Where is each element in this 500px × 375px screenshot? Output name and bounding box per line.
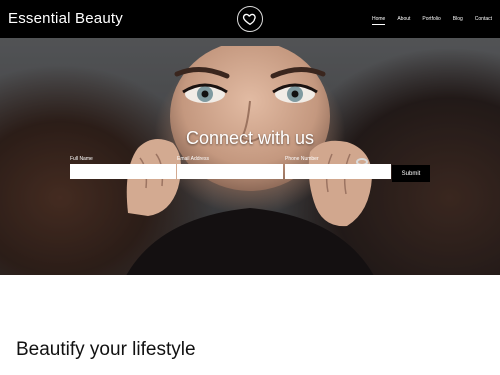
nav-home[interactable]: Home	[371, 16, 386, 25]
brand-title[interactable]: Essential Beauty	[8, 10, 123, 27]
heart-logo[interactable]	[237, 6, 263, 32]
nav-about[interactable]: About	[397, 16, 410, 25]
full-name-group: Full Name	[70, 156, 176, 179]
contact-form-area: Connect with us Full Name Email Address …	[0, 38, 500, 275]
nav-contact[interactable]: Contact	[475, 16, 492, 25]
email-input[interactable]	[177, 164, 283, 179]
heart-icon	[242, 11, 258, 27]
hero-banner: Connect with us Full Name Email Address …	[0, 38, 500, 275]
email-label: Email Address	[177, 156, 209, 162]
submit-button[interactable]: Submit	[392, 165, 430, 182]
site-header: Essential Beauty Home About Portfolio Bl…	[0, 0, 500, 38]
main-nav: Home About Portfolio Blog Contact	[371, 16, 492, 25]
full-name-label: Full Name	[70, 156, 93, 162]
phone-label: Phone Number	[285, 156, 319, 162]
email-group: Email Address	[177, 156, 283, 179]
hero-title: Connect with us	[185, 128, 315, 148]
section-title: Beautify your lifestyle	[16, 339, 196, 360]
full-name-input[interactable]	[70, 164, 176, 179]
phone-group: Phone Number	[285, 156, 391, 179]
phone-input[interactable]	[285, 164, 391, 179]
nav-portfolio[interactable]: Portfolio	[422, 16, 440, 25]
nav-blog[interactable]: Blog	[453, 16, 463, 25]
